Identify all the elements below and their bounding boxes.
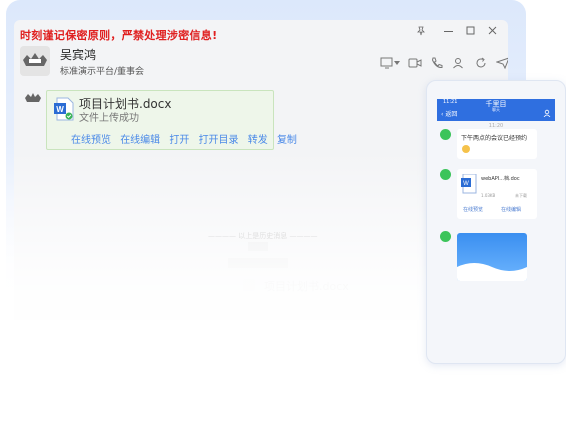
- phone-edit-button[interactable]: 在线编辑: [501, 206, 521, 213]
- chevron-down-icon[interactable]: [394, 61, 400, 65]
- faint-file-name: 项目计划书.docx: [264, 280, 349, 293]
- sender-online-icon: [440, 129, 451, 140]
- upload-status: 文件上传成功: [79, 113, 139, 124]
- phone-subtitle: 聊天: [492, 107, 500, 112]
- send-icon[interactable]: [496, 56, 508, 70]
- sender-online-icon-2: [440, 169, 451, 180]
- phone-file-state: 未下载: [515, 193, 527, 198]
- contact-avatar[interactable]: [20, 46, 50, 76]
- svg-text:W: W: [56, 105, 64, 114]
- clap-emoji-icon: [462, 145, 470, 153]
- open-link[interactable]: 打开: [169, 135, 189, 146]
- copy-link[interactable]: 复制: [277, 135, 297, 146]
- add-member-icon[interactable]: [452, 56, 466, 70]
- contact-name: 吴宾鸿: [60, 48, 97, 62]
- video-call-icon[interactable]: [408, 56, 422, 70]
- file-actions: 在线预览 在线编辑 打开 打开目录 转发 复制: [71, 131, 303, 146]
- phone-header: ‹ 返回 千里目 聊天: [437, 100, 555, 121]
- online-preview-link[interactable]: 在线预览: [71, 135, 111, 146]
- online-edit-link[interactable]: 在线编辑: [120, 135, 160, 146]
- faint-time-badge: [248, 242, 268, 251]
- contact-org: 标准演示平台/董事会: [60, 67, 145, 77]
- faint-tip-badge: [228, 258, 288, 268]
- phone-call-icon[interactable]: [430, 56, 444, 70]
- phone-file-bubble[interactable]: W webAPI...档.doc 1.03KB 未下载 在线预览 在线编辑: [457, 169, 537, 219]
- phone-word-doc-icon: W: [461, 174, 477, 194]
- close-icon[interactable]: [488, 26, 498, 36]
- history-divider: ———— 以上是历史消息 ————: [208, 232, 318, 240]
- forward-link[interactable]: 转发: [248, 135, 268, 146]
- phone-file-name: webAPI...档.doc: [481, 176, 520, 182]
- security-warning: 时刻谨记保密原则，严禁处理涉密信息!: [20, 29, 218, 42]
- phone-preview-button[interactable]: 在线预览: [463, 206, 483, 213]
- file-card[interactable]: W 项目计划书.docx 文件上传成功 在线预览 在线编辑 打开 打开目录 转发…: [46, 90, 297, 150]
- screen-share-icon[interactable]: [380, 56, 394, 70]
- pin-icon[interactable]: [416, 26, 426, 36]
- sender-avatar[interactable]: [24, 92, 42, 104]
- svg-text:W: W: [463, 181, 469, 187]
- minimize-icon[interactable]: [444, 30, 454, 34]
- phone-image-message[interactable]: [457, 233, 527, 281]
- phone-message-text: 下午两点的会议已经预约: [461, 135, 528, 142]
- phone-file-size: 1.03KB: [481, 193, 496, 198]
- sender-online-icon-3: [440, 231, 451, 242]
- refresh-icon[interactable]: [474, 56, 488, 70]
- phone-contact-icon[interactable]: [543, 109, 551, 117]
- phone-text-bubble[interactable]: 下午两点的会议已经预约: [457, 129, 537, 159]
- phone-frame: 11:21 ‹ 返回 千里目 聊天 11:20 下午两点的会议已经预约 W we…: [426, 80, 566, 364]
- word-doc-icon: W: [54, 97, 74, 121]
- faint-doc-icon: [243, 279, 255, 291]
- open-folder-link[interactable]: 打开目录: [199, 135, 239, 146]
- maximize-icon[interactable]: [466, 26, 476, 36]
- wave-graphic: [457, 263, 527, 281]
